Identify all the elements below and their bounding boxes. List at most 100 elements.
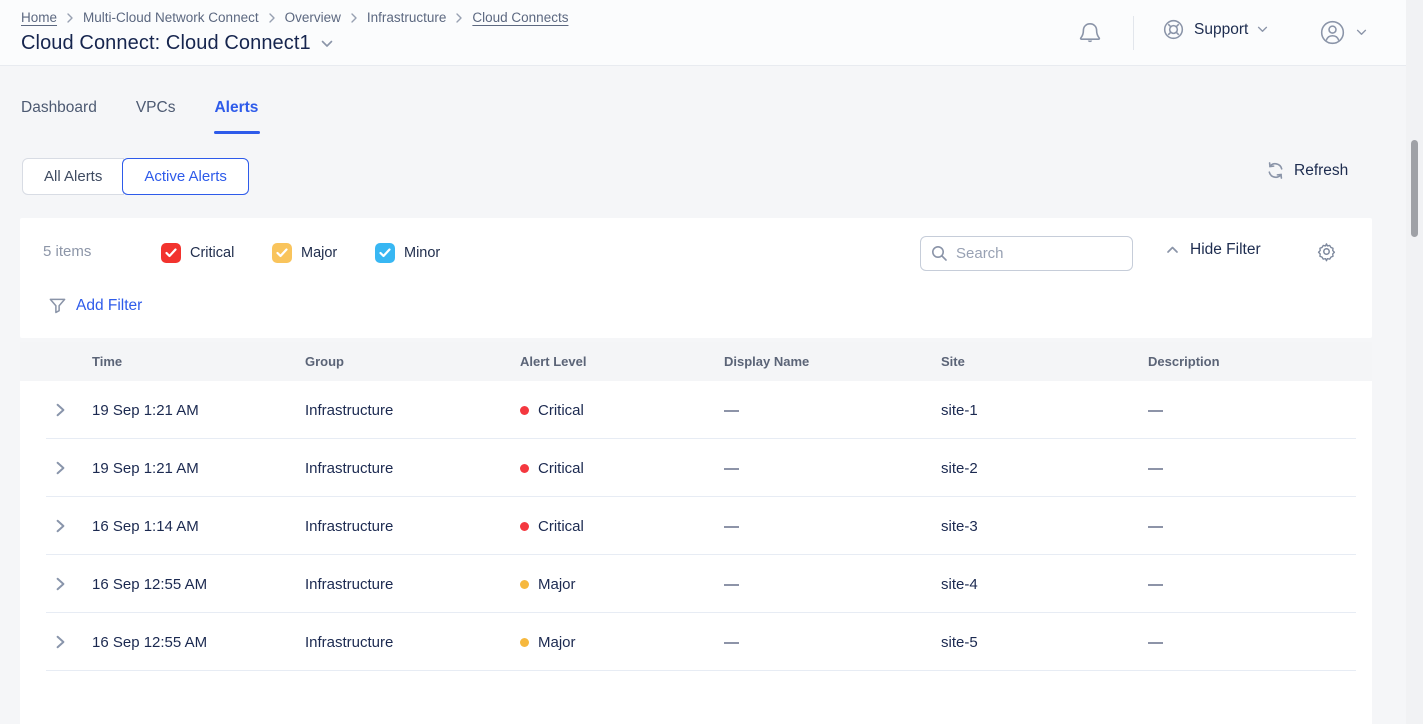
alert-level-label: Critical xyxy=(538,402,584,419)
account-chevron-down-icon xyxy=(1356,29,1367,36)
cell-alert-level: Major xyxy=(520,576,724,593)
expand-row-chevron-icon[interactable] xyxy=(54,403,68,417)
support-lifebuoy-icon xyxy=(1162,18,1185,41)
scrollbar-track[interactable] xyxy=(1406,0,1423,724)
alert-level-label: Critical xyxy=(538,460,584,477)
refresh-button[interactable]: Refresh xyxy=(1266,161,1348,180)
breadcrumb: Home Multi-Cloud Network Connect Overvie… xyxy=(21,10,568,25)
cell-time: 19 Sep 1:21 AM xyxy=(92,402,305,419)
breadcrumb-cloud-connects[interactable]: Cloud Connects xyxy=(472,10,568,25)
account-menu[interactable] xyxy=(1318,18,1367,47)
active-alerts-button[interactable]: Active Alerts xyxy=(122,158,249,195)
alert-level-label: Major xyxy=(538,576,576,593)
column-header-site: Site xyxy=(941,354,1148,369)
active-tab-underline xyxy=(214,131,260,134)
tab-bar: Dashboard VPCs Alerts xyxy=(21,99,258,129)
cell-alert-level: Critical xyxy=(520,518,724,535)
checkbox-major-label: Major xyxy=(301,245,337,261)
expand-row-chevron-icon[interactable] xyxy=(54,519,68,533)
cell-group: Infrastructure xyxy=(305,576,520,593)
alerts-view-toggle: All Alerts Active Alerts xyxy=(22,158,249,195)
cell-display-name: — xyxy=(724,634,941,651)
expand-row-chevron-icon[interactable] xyxy=(54,461,68,475)
search-input[interactable] xyxy=(956,245,1122,262)
cell-site: site-5 xyxy=(941,634,1148,651)
breadcrumb-mcnc[interactable]: Multi-Cloud Network Connect xyxy=(83,10,259,25)
column-header-alert-level: Alert Level xyxy=(520,354,724,369)
cell-description: — xyxy=(1148,460,1372,477)
table-row[interactable]: 16 Sep 12:55 AM Infrastructure Major — s… xyxy=(20,555,1372,613)
minor-checkbox-icon xyxy=(375,243,395,263)
cell-time: 16 Sep 12:55 AM xyxy=(92,634,305,651)
refresh-icon xyxy=(1266,161,1285,180)
breadcrumb-home[interactable]: Home xyxy=(21,10,57,25)
notifications-bell-icon[interactable] xyxy=(1078,21,1102,47)
major-checkbox-icon xyxy=(272,243,292,263)
checkbox-critical-label: Critical xyxy=(190,245,234,261)
all-alerts-button[interactable]: All Alerts xyxy=(22,158,124,195)
cell-display-name: — xyxy=(724,460,941,477)
checkbox-minor-label: Minor xyxy=(404,245,440,261)
support-label: Support xyxy=(1194,21,1248,39)
table-row[interactable]: 19 Sep 1:21 AM Infrastructure Critical —… xyxy=(20,381,1372,439)
alert-level-label: Critical xyxy=(538,518,584,535)
expand-row-chevron-icon[interactable] xyxy=(54,577,68,591)
top-bar: Home Multi-Cloud Network Connect Overvie… xyxy=(0,0,1423,66)
alert-level-dot xyxy=(520,638,529,647)
cell-site: site-2 xyxy=(941,460,1148,477)
cell-group: Infrastructure xyxy=(305,460,520,477)
cell-alert-level: Critical xyxy=(520,402,724,419)
table-row[interactable]: 16 Sep 12:55 AM Infrastructure Major — s… xyxy=(20,613,1372,671)
cell-display-name: — xyxy=(724,518,941,535)
cell-display-name: — xyxy=(724,402,941,419)
cell-site: site-4 xyxy=(941,576,1148,593)
alert-level-dot xyxy=(520,464,529,473)
chevron-up-icon xyxy=(1166,246,1179,254)
tab-dashboard[interactable]: Dashboard xyxy=(21,99,97,129)
items-count: 5 items xyxy=(43,243,91,260)
cell-description: — xyxy=(1148,576,1372,593)
chevron-right-icon xyxy=(350,13,358,23)
chevron-right-icon xyxy=(268,13,276,23)
expand-row-chevron-icon[interactable] xyxy=(54,635,68,649)
search-icon xyxy=(931,245,948,262)
add-filter-button[interactable]: Add Filter xyxy=(48,296,142,315)
cell-display-name: — xyxy=(724,576,941,593)
critical-checkbox-icon xyxy=(161,243,181,263)
column-header-group: Group xyxy=(305,354,520,369)
cell-site: site-1 xyxy=(941,402,1148,419)
table-settings-gear-icon[interactable] xyxy=(1316,241,1337,262)
cell-description: — xyxy=(1148,518,1372,535)
title-chevron-down-icon[interactable] xyxy=(321,40,333,48)
checkbox-critical[interactable]: Critical xyxy=(161,243,234,263)
tab-vpcs[interactable]: VPCs xyxy=(136,99,176,129)
table-header-row: Time Group Alert Level Display Name Site… xyxy=(20,342,1372,381)
cell-group: Infrastructure xyxy=(305,634,520,651)
chevron-right-icon xyxy=(66,13,74,23)
table-row[interactable]: 16 Sep 1:14 AM Infrastructure Critical —… xyxy=(20,497,1372,555)
alert-level-label: Major xyxy=(538,634,576,651)
scrollbar-thumb[interactable] xyxy=(1411,140,1418,237)
checkbox-major[interactable]: Major xyxy=(272,243,337,263)
cell-site: site-3 xyxy=(941,518,1148,535)
cell-alert-level: Major xyxy=(520,634,724,651)
column-header-time: Time xyxy=(92,354,305,369)
breadcrumb-overview[interactable]: Overview xyxy=(285,10,341,25)
alert-level-dot xyxy=(520,580,529,589)
tab-alerts-label: Alerts xyxy=(214,99,258,116)
chevron-right-icon xyxy=(455,13,463,23)
table-row[interactable]: 19 Sep 1:21 AM Infrastructure Critical —… xyxy=(20,439,1372,497)
hide-filter-button[interactable]: Hide Filter xyxy=(1166,241,1261,259)
support-menu[interactable]: Support xyxy=(1162,18,1268,41)
topbar-divider xyxy=(1133,16,1134,50)
checkbox-minor[interactable]: Minor xyxy=(375,243,440,263)
add-filter-label: Add Filter xyxy=(76,297,142,315)
page-title: Cloud Connect: Cloud Connect1 xyxy=(21,32,311,55)
filter-panel: 5 items Critical Major Minor Hide Filter xyxy=(20,218,1372,338)
search-box xyxy=(920,236,1133,271)
alert-level-dot xyxy=(520,406,529,415)
breadcrumb-infrastructure[interactable]: Infrastructure xyxy=(367,10,447,25)
tab-alerts[interactable]: Alerts xyxy=(214,99,258,129)
alerts-table: Time Group Alert Level Display Name Site… xyxy=(20,342,1372,724)
support-chevron-down-icon xyxy=(1257,26,1268,33)
